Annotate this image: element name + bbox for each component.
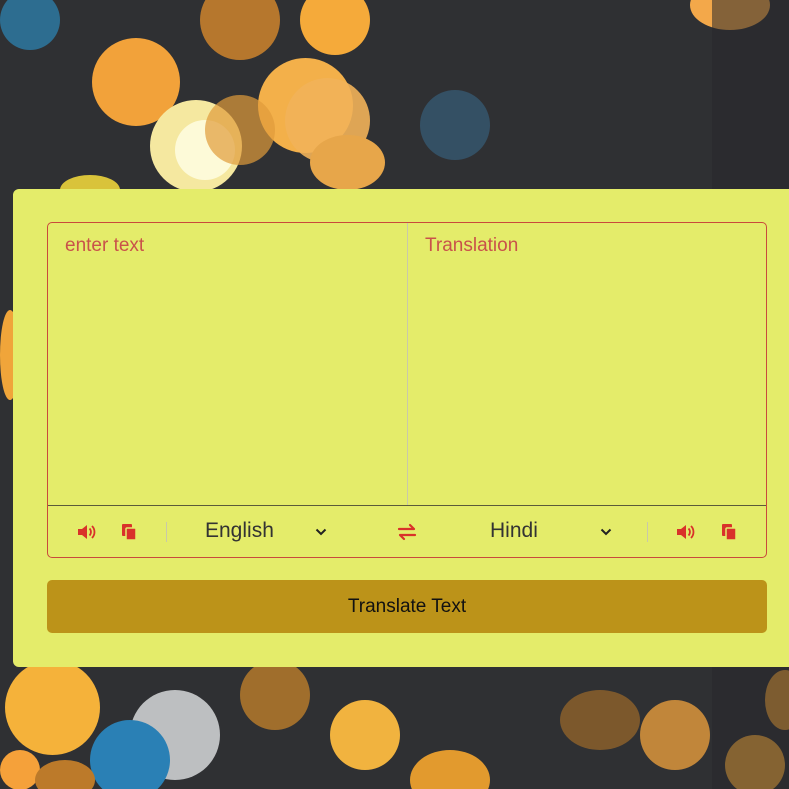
translate-button[interactable]: Translate Text: [47, 580, 767, 633]
source-language-select[interactable]: English: [205, 517, 335, 547]
source-language-value: English: [205, 519, 274, 542]
exchange-icon[interactable]: [395, 520, 419, 544]
chevron-down-icon: [600, 525, 614, 539]
divider: [647, 522, 648, 542]
volume-icon[interactable]: [674, 520, 698, 544]
translator-card: English Hindi: [13, 189, 789, 667]
copy-icon[interactable]: [717, 520, 741, 544]
controls-bar: English Hindi: [48, 505, 766, 557]
divider: [166, 522, 167, 542]
volume-icon[interactable]: [75, 520, 99, 544]
copy-icon[interactable]: [117, 520, 141, 544]
source-text-input[interactable]: [48, 223, 407, 505]
target-language-value: Hindi: [490, 519, 538, 542]
source-pane: [48, 223, 408, 505]
chevron-down-icon: [315, 525, 329, 539]
translation-output[interactable]: [408, 223, 766, 505]
target-language-select[interactable]: Hindi: [490, 517, 620, 547]
target-pane: [408, 223, 766, 505]
translation-panel: English Hindi: [47, 222, 767, 558]
